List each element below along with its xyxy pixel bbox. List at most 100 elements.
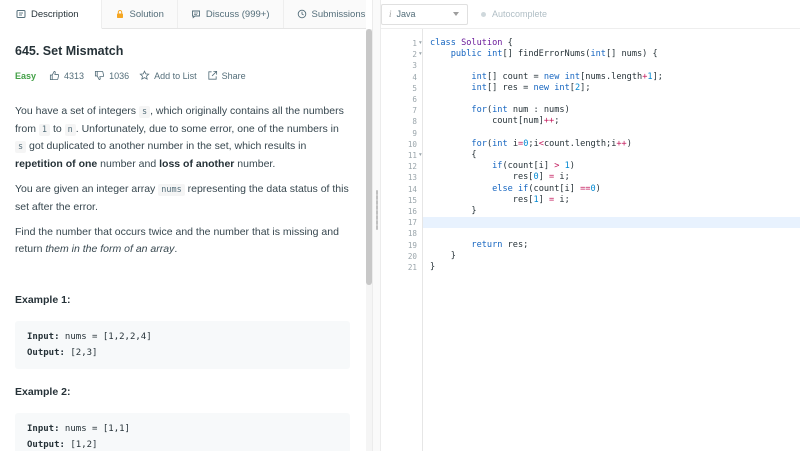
problem-meta: Easy 4313 1036 Add to List Share: [15, 70, 350, 81]
description-paragraph-3: Find the number that occurs twice and th…: [15, 224, 350, 257]
text-run: number and: [97, 157, 160, 170]
code-line: int[] res = new int[2];: [471, 82, 591, 93]
tab-discuss-label: Discuss (999+): [205, 8, 270, 20]
discuss-icon: [191, 10, 200, 19]
code-line: }: [430, 250, 456, 261]
code-line: else if(count[i] ==0): [492, 183, 601, 194]
panel-resize-handle[interactable]: [372, 0, 381, 451]
language-select[interactable]: i Java: [381, 3, 468, 25]
text-run: You are given an integer array: [15, 183, 159, 195]
example-1-output: Output: [2,3]: [27, 345, 338, 361]
dislike-button[interactable]: 1036: [94, 70, 129, 81]
code-line: int[] count = new int[nums.length+1];: [471, 71, 663, 82]
line-number: 3: [412, 61, 417, 71]
code-line: count[num]++;: [430, 116, 560, 127]
thumbs-up-icon: [49, 70, 60, 81]
line-number: 2: [412, 50, 417, 60]
code-line: class Solution {: [430, 38, 513, 48]
chevron-down-icon: [453, 12, 459, 16]
line-number: 6: [412, 95, 417, 104]
add-to-list-button[interactable]: Add to List: [139, 70, 197, 81]
inline-code: n: [64, 123, 76, 136]
share-label: Share: [221, 70, 246, 81]
bold-text: repetition of one: [15, 157, 98, 170]
thumbs-down-icon: [95, 70, 105, 81]
code-line: {: [430, 150, 477, 160]
line-number: 15: [407, 195, 417, 205]
description-icon: [16, 10, 26, 18]
code-line: res[0] = i;: [430, 172, 570, 183]
code-panel: i Java Autocomplete 1 ▾ 2 ▾ 3 4 5 6 7 8 9 10 11 ▾ 12 13 1…: [381, 0, 800, 451]
output-value: [2,3]: [64, 348, 98, 358]
text-run: to: [50, 122, 65, 135]
tab-submissions[interactable]: Submissions: [284, 0, 367, 28]
problem-description: You have a set of integers s, which orig…: [15, 103, 350, 257]
info-icon: i: [389, 9, 392, 19]
tab-solution-label: Solution: [129, 8, 164, 20]
line-number: 17: [407, 218, 417, 228]
example-1-input: Input: nums = [1,2,2,4]: [27, 329, 338, 345]
problem-panel: Description Solution Discuss (999+) Subm…: [0, 0, 366, 451]
leetcode-workspace: Description Solution Discuss (999+) Subm…: [0, 0, 800, 451]
line-number: 14: [407, 184, 417, 194]
tab-discuss[interactable]: Discuss (999+): [178, 0, 284, 28]
share-button[interactable]: Share: [207, 70, 246, 81]
example-2-output: Output: [1,2]: [27, 437, 338, 451]
inline-code: 1: [38, 123, 51, 136]
text-run: .: [174, 242, 178, 255]
line-number: 9: [412, 128, 417, 138]
code-line: public int[] findErrorNums(int[] nums) {: [450, 49, 658, 60]
bold-text: loss of another: [159, 157, 235, 170]
line-number: 7: [412, 106, 417, 116]
likes-count: 4313: [64, 70, 85, 81]
line-number: 4: [412, 72, 417, 82]
example-2-input: Input: nums = [1,1]: [27, 421, 338, 437]
line-number: 16: [407, 207, 417, 216]
line-number: 1: [412, 39, 417, 48]
description-paragraph-1: You have a set of integers s, which orig…: [15, 103, 350, 172]
code-line: for(int i=0;i<count.length;i++): [471, 138, 632, 149]
input-label: Input:: [27, 424, 60, 434]
line-number: 12: [407, 162, 417, 172]
code-area[interactable]: class Solution { public int[] findErrorN…: [423, 29, 800, 451]
code-line: for(int num : nums): [471, 105, 570, 116]
like-button[interactable]: 4313: [49, 70, 84, 81]
example-2-box: Input: nums = [1,1] Output: [1,2]: [15, 413, 350, 451]
inline-code: nums: [158, 184, 185, 196]
code-editor[interactable]: 1 ▾ 2 ▾ 3 4 5 6 7 8 9 10 11 ▾ 12 13 14 15 16 17 18 19 20 21 cla…: [381, 29, 800, 451]
star-icon: [139, 70, 150, 80]
line-number: 11: [407, 151, 417, 160]
example-2-title: Example 2:: [15, 386, 71, 398]
difficulty-badge: Easy: [15, 70, 37, 81]
problem-title: 645. Set Mismatch: [15, 44, 124, 58]
add-to-list-label: Add to List: [154, 70, 197, 81]
code-line: }: [430, 206, 477, 216]
lock-icon: [116, 10, 123, 18]
autocomplete-label: Autocomplete: [492, 9, 548, 19]
inline-code: s: [15, 141, 27, 153]
tab-description-label: Description: [31, 8, 79, 20]
toggle-dot-icon: [481, 11, 486, 17]
tab-solution[interactable]: Solution: [102, 0, 178, 28]
code-line: res[1] = i;: [430, 194, 570, 205]
output-label: Output:: [27, 440, 65, 450]
share-icon: [208, 70, 217, 80]
autocomplete-toggle[interactable]: Autocomplete: [481, 9, 547, 19]
text-run: got duplicated to another number in the …: [26, 140, 307, 152]
drag-handle-icon: [376, 190, 378, 230]
language-value: i Java: [389, 9, 416, 19]
output-value: [1,2]: [64, 440, 98, 450]
line-number: 10: [407, 139, 417, 149]
line-number: 20: [407, 251, 417, 261]
tab-description[interactable]: Description: [0, 0, 102, 29]
line-number: 5: [412, 83, 417, 93]
line-number: 18: [407, 229, 417, 239]
code-line: return res;: [471, 239, 529, 250]
description-paragraph-2: You are given an integer array nums repr…: [15, 181, 350, 215]
language-label: Java: [396, 9, 416, 19]
code-line: }: [430, 262, 436, 272]
inline-code: s: [138, 106, 151, 118]
